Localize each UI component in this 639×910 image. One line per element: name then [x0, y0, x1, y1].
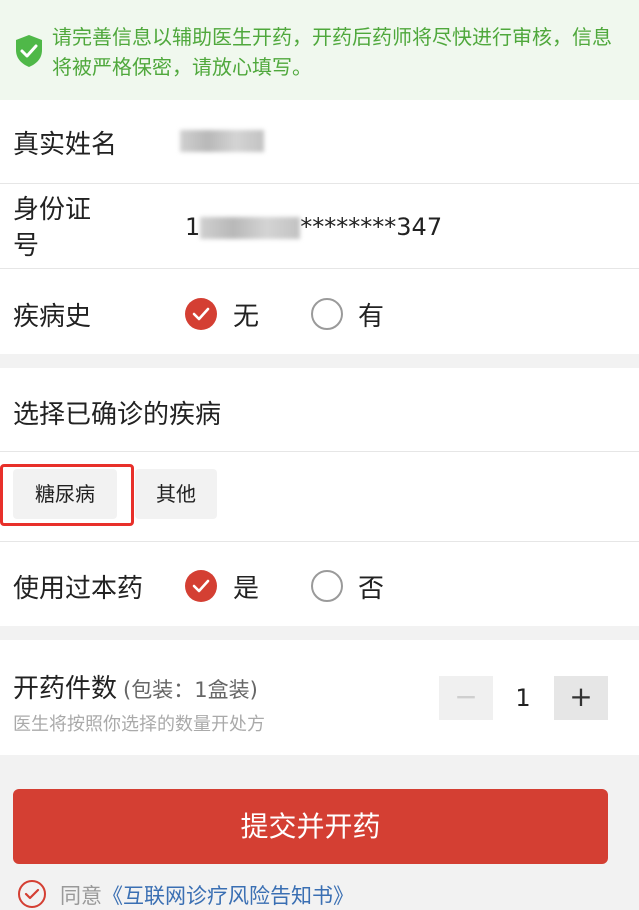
used-no-label[interactable]: 否 [358, 568, 384, 605]
id-suffix: ********347 [300, 213, 443, 241]
quantity-section: 开药件数 (包装：1盒装) 医生将按照你选择的数量开处方 − 1 + [0, 640, 639, 755]
agree-prefix: 同意 [60, 884, 102, 908]
history-no-radio[interactable] [185, 298, 217, 330]
check-icon [192, 307, 210, 321]
shield-check-icon [16, 35, 42, 67]
privacy-notice: 请完善信息以辅助医生开药，开药后药师将尽快进行审核，信息将被严格保密，请放心填写… [0, 0, 639, 100]
agree-check-icon[interactable] [18, 880, 46, 908]
risk-notice-link[interactable]: 《互联网诊疗风险告知书》 [102, 880, 354, 910]
submit-button[interactable]: 提交并开药 [13, 789, 608, 864]
diagnosis-section: 选择已确诊的疾病 糖尿病 其他 使用过本药 是 否 [0, 368, 639, 626]
diagnosis-title: 选择已确诊的疾病 [13, 400, 222, 430]
used-yes-radio[interactable] [185, 570, 217, 602]
id-number-field[interactable]: 1 ********347 [185, 213, 442, 241]
used-yes-label[interactable]: 是 [233, 568, 259, 605]
name-value-redacted [180, 126, 264, 154]
quantity-label: 开药件数 (包装：1盒装) [13, 674, 258, 704]
tag-other[interactable]: 其他 [135, 469, 217, 519]
used-no-radio[interactable] [311, 570, 343, 602]
id-label: 身份证 号 [13, 195, 92, 261]
package-note: (包装：1盒装) [123, 678, 258, 702]
quantity-value[interactable]: 1 [503, 684, 543, 712]
history-label: 疾病史 [13, 302, 92, 332]
tag-diabetes[interactable]: 糖尿病 [13, 469, 117, 519]
increase-button[interactable]: + [554, 676, 608, 720]
check-icon [192, 579, 210, 593]
notice-text: 请完善信息以辅助医生开药，开药后药师将尽快进行审核，信息将被严格保密，请放心填写… [52, 25, 612, 79]
used-drug-label: 使用过本药 [13, 574, 144, 604]
id-prefix: 1 [185, 213, 201, 241]
history-yes-radio[interactable] [311, 298, 343, 330]
personal-info-section: 真实姓名 身份证 号 1 ********347 疾病史 无 有 [0, 100, 639, 354]
decrease-button[interactable]: − [439, 676, 493, 720]
history-no-label[interactable]: 无 [233, 296, 259, 333]
name-label: 真实姓名 [13, 130, 118, 160]
quantity-hint: 医生将按照你选择的数量开处方 [13, 714, 265, 735]
history-yes-label[interactable]: 有 [358, 296, 384, 333]
